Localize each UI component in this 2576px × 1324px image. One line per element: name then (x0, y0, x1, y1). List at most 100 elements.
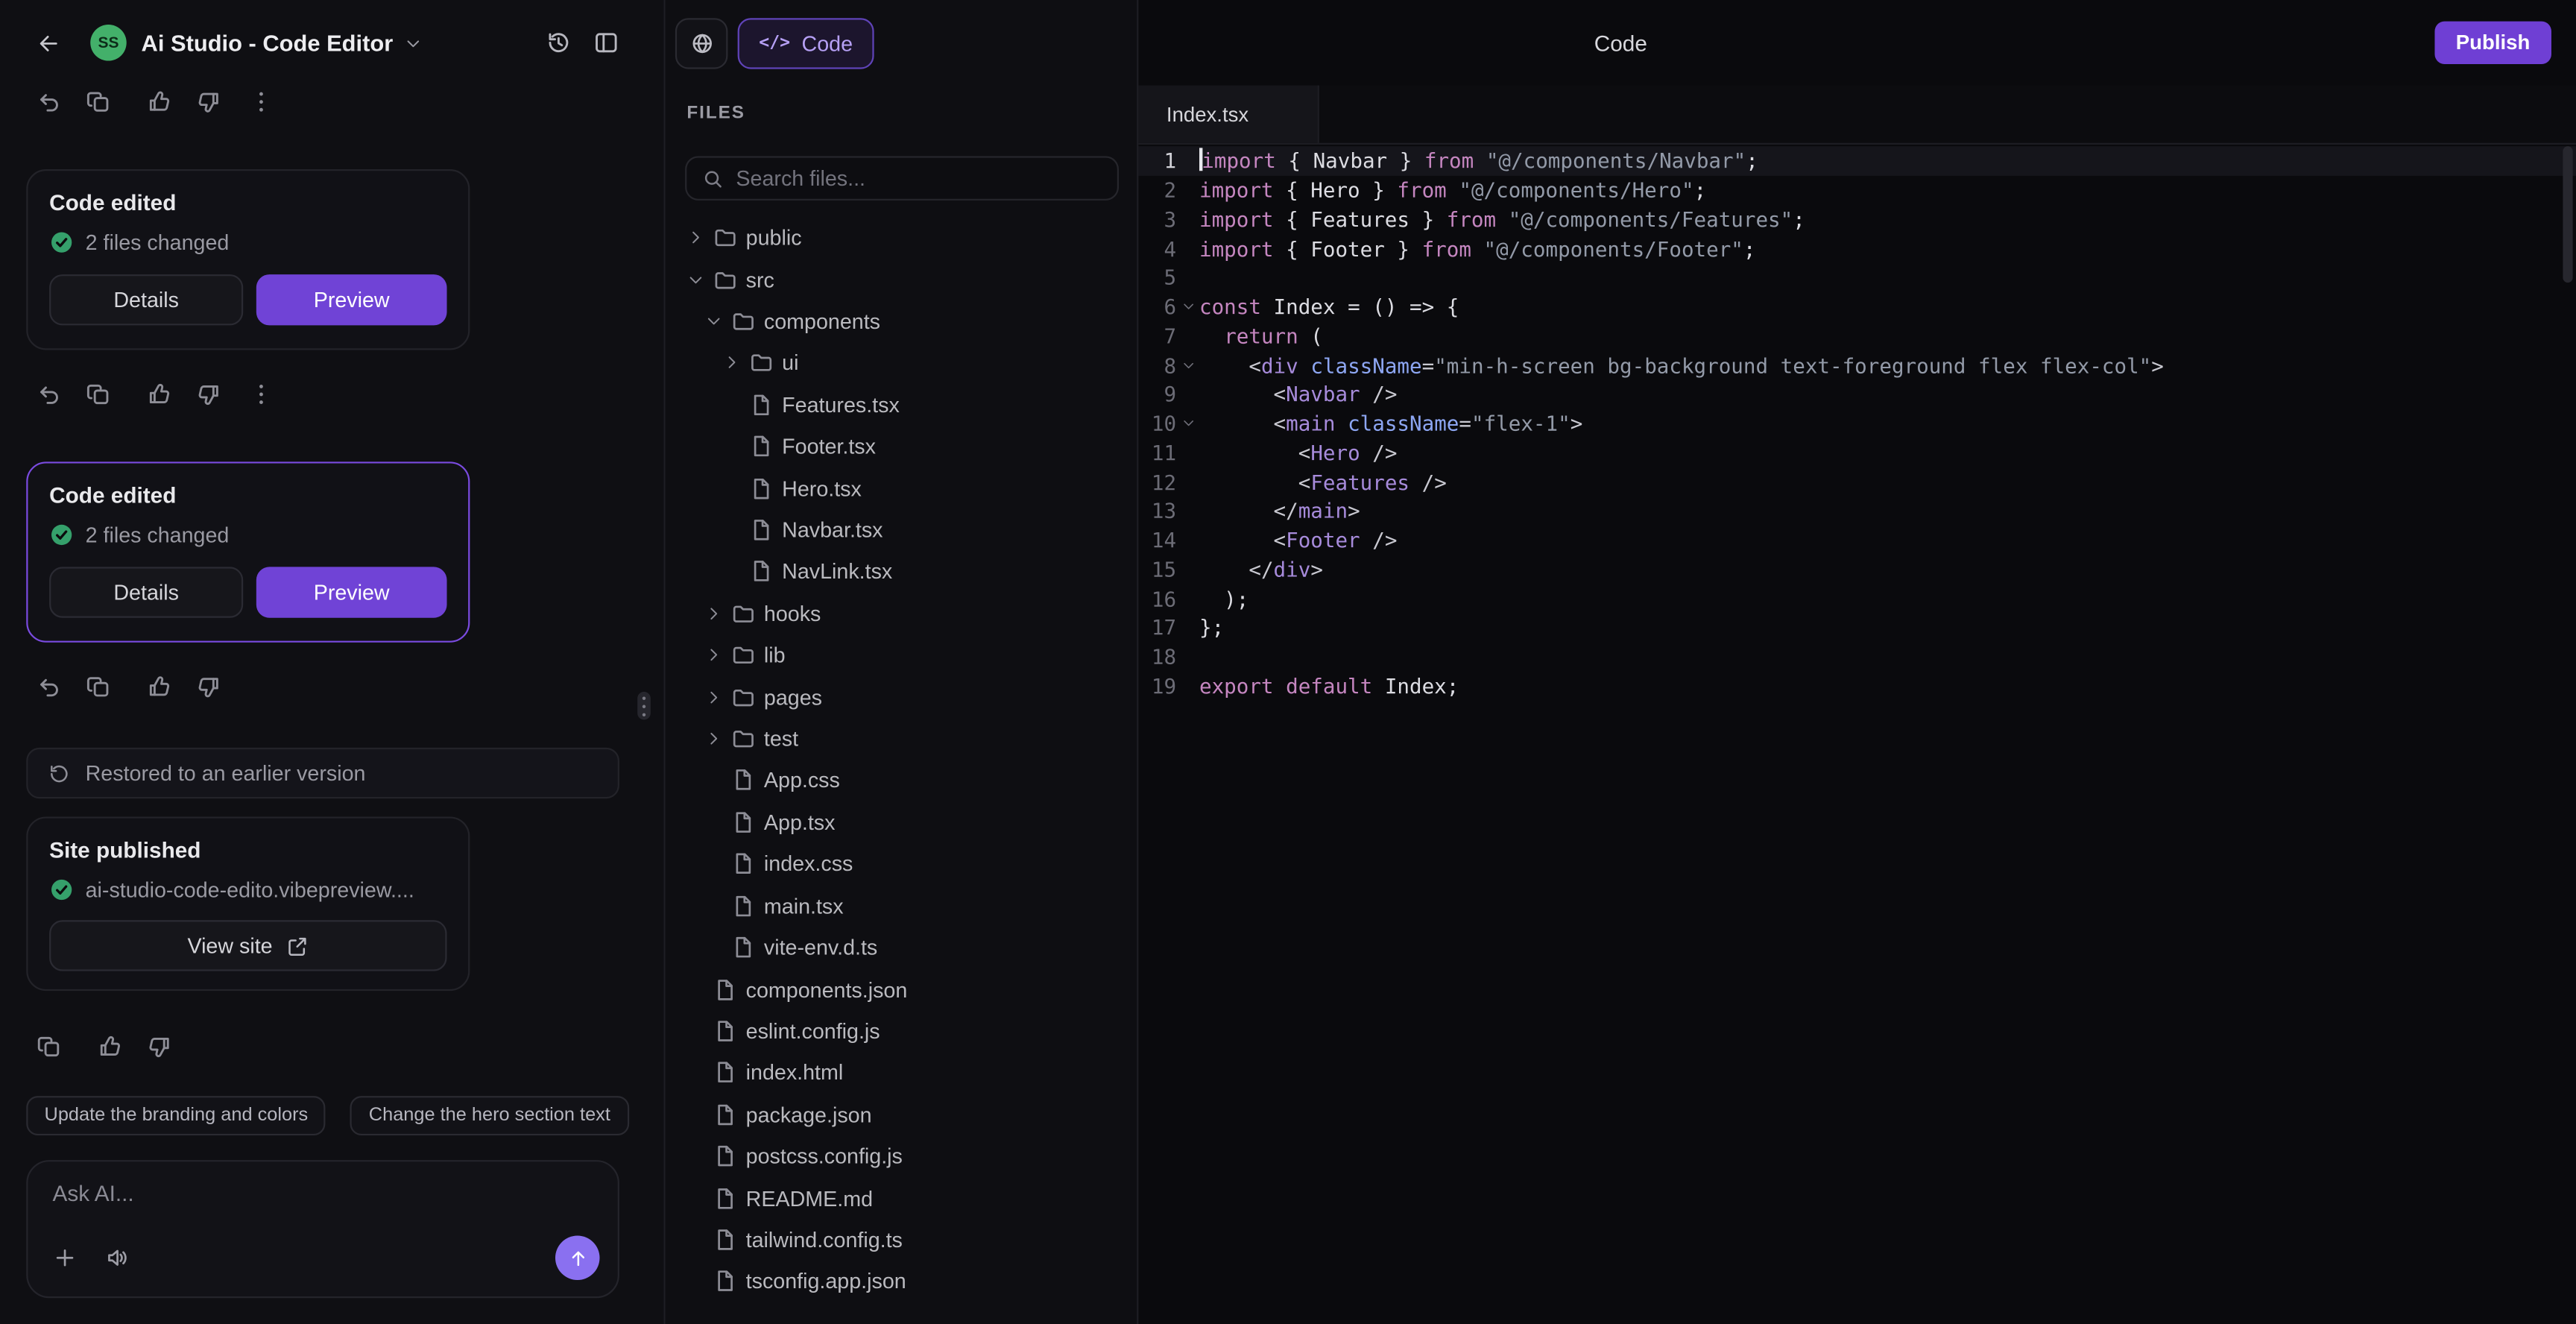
code-line-19[interactable]: 19export default Index; (1138, 671, 2576, 700)
code-view-button[interactable]: </> Code (738, 17, 874, 68)
file-search[interactable] (685, 156, 1119, 201)
attach-icon[interactable] (53, 1246, 78, 1270)
tree-file-index.html[interactable]: index.html (666, 1052, 1137, 1094)
tree-folder-src[interactable]: src (666, 259, 1137, 300)
chevron-right-icon[interactable] (705, 688, 731, 706)
tree-folder-test[interactable]: test (666, 718, 1137, 760)
send-button[interactable] (555, 1235, 600, 1280)
code-line-11[interactable]: 11 <Hero /> (1138, 438, 2576, 467)
details-button[interactable]: Details (49, 274, 243, 325)
tree-file-vite-env.d.ts[interactable]: vite-env.d.ts (666, 927, 1137, 968)
tree-file-NavLink.tsx[interactable]: NavLink.tsx (666, 551, 1137, 593)
tree-folder-public[interactable]: public (666, 217, 1137, 259)
tree-file-Footer.tsx[interactable]: Footer.tsx (666, 426, 1137, 467)
panel-resize-handle[interactable] (637, 692, 651, 719)
code-line-5[interactable]: 5 (1138, 263, 2576, 292)
tree-folder-ui[interactable]: ui (666, 342, 1137, 384)
tree-file-package.json[interactable]: package.json (666, 1094, 1137, 1135)
history-icon[interactable] (546, 30, 572, 56)
tree-file-Navbar.tsx[interactable]: Navbar.tsx (666, 509, 1137, 551)
thumbs-up-icon[interactable] (146, 381, 172, 407)
undo-icon[interactable] (36, 381, 62, 407)
copy-icon[interactable] (86, 381, 112, 407)
project-title[interactable]: Ai Studio - Code Editor (142, 30, 394, 56)
chevron-down-icon[interactable] (405, 34, 423, 51)
tree-file-App.tsx[interactable]: App.tsx (666, 801, 1137, 843)
code-editor[interactable]: 1import { Navbar } from "@/components/Na… (1138, 145, 2576, 1324)
tree-file-tailwind.config.ts[interactable]: tailwind.config.ts (666, 1219, 1137, 1261)
preview-button[interactable]: Preview (256, 274, 447, 325)
thumbs-down-icon[interactable] (195, 381, 221, 407)
tab-index-tsx[interactable]: Index.tsx (1138, 86, 1319, 143)
code-line-8[interactable]: 8 <div className="min-h-screen bg-backgr… (1138, 350, 2576, 379)
tree-file-index.css[interactable]: index.css (666, 843, 1137, 885)
code-line-16[interactable]: 16 ); (1138, 584, 2576, 613)
undo-icon[interactable] (36, 89, 62, 115)
kebab-icon[interactable] (248, 381, 274, 407)
tree-file-README.md[interactable]: README.md (666, 1177, 1137, 1219)
tree-folder-lib[interactable]: lib (666, 634, 1137, 676)
thumbs-up-icon[interactable] (97, 1033, 123, 1059)
thumbs-up-icon[interactable] (146, 89, 172, 115)
chevron-down-icon[interactable] (686, 271, 713, 289)
tree-folder-pages[interactable]: pages (666, 676, 1137, 718)
view-site-button[interactable]: View site (49, 920, 446, 971)
back-icon[interactable] (36, 31, 60, 55)
panel-toggle-icon[interactable] (593, 30, 619, 56)
copy-icon[interactable] (36, 1033, 62, 1059)
tree-file-Features.tsx[interactable]: Features.tsx (666, 384, 1137, 426)
undo-icon[interactable] (36, 674, 62, 700)
code-line-13[interactable]: 13 </main> (1138, 497, 2576, 526)
tree-folder-components[interactable]: components (666, 300, 1137, 342)
thumbs-up-icon[interactable] (146, 674, 172, 700)
chevron-right-icon[interactable] (705, 730, 731, 748)
tree-file-components.json[interactable]: components.json (666, 968, 1137, 1010)
chevron-right-icon[interactable] (705, 605, 731, 622)
code-line-3[interactable]: 3import { Features } from "@/components/… (1138, 204, 2576, 233)
tree-file-postcss.config.js[interactable]: postcss.config.js (666, 1135, 1137, 1177)
tree-file-App.css[interactable]: App.css (666, 760, 1137, 801)
chevron-right-icon[interactable] (723, 354, 749, 372)
chevron-right-icon[interactable] (686, 229, 713, 247)
code-line-4[interactable]: 4import { Footer } from "@/components/Fo… (1138, 234, 2576, 263)
editor-scrollbar[interactable] (2563, 146, 2572, 283)
code-line-2[interactable]: 2import { Hero } from "@/components/Hero… (1138, 175, 2576, 204)
code-line-6[interactable]: 6const Index = () => { (1138, 292, 2576, 321)
ask-ai-input[interactable] (53, 1182, 593, 1221)
tree-file-eslint.config.js[interactable]: eslint.config.js (666, 1010, 1137, 1052)
chevron-down-icon[interactable] (705, 312, 731, 330)
thumbs-down-icon[interactable] (146, 1033, 172, 1059)
ai-input-box[interactable] (26, 1160, 619, 1298)
copy-icon[interactable] (86, 89, 112, 115)
code-line-1[interactable]: 1import { Navbar } from "@/components/Na… (1138, 146, 2576, 175)
code-line-17[interactable]: 17}; (1138, 613, 2576, 642)
voice-icon[interactable] (105, 1246, 130, 1270)
copy-icon[interactable] (86, 674, 112, 700)
code-line-9[interactable]: 9 <Navbar /> (1138, 379, 2576, 409)
suggestion-chip-hero-text[interactable]: Change the hero section text (351, 1096, 629, 1135)
thumbs-down-icon[interactable] (195, 674, 221, 700)
suggestion-chip-branding[interactable]: Update the branding and colors (26, 1096, 326, 1135)
tree-file-tsconfig.app.json[interactable]: tsconfig.app.json (666, 1261, 1137, 1302)
published-url[interactable]: ai-studio-code-edito.vibepreview.... (86, 877, 414, 902)
code-line-12[interactable]: 12 <Features /> (1138, 467, 2576, 497)
code-line-10[interactable]: 10 <main className="flex-1"> (1138, 409, 2576, 438)
search-input[interactable] (736, 166, 1102, 191)
thumbs-down-icon[interactable] (195, 89, 221, 115)
publish-button[interactable]: Publish (2434, 22, 2551, 64)
fold-chevron-icon[interactable] (1176, 358, 1199, 373)
tree-folder-hooks[interactable]: hooks (666, 593, 1137, 634)
globe-button[interactable] (675, 17, 728, 68)
code-line-14[interactable]: 14 <Footer /> (1138, 526, 2576, 555)
code-line-7[interactable]: 7 return ( (1138, 321, 2576, 350)
code-line-18[interactable]: 18 (1138, 642, 2576, 671)
kebab-icon[interactable] (248, 89, 274, 115)
code-line-15[interactable]: 15 </div> (1138, 555, 2576, 584)
details-button[interactable]: Details (49, 567, 243, 617)
preview-button[interactable]: Preview (256, 567, 447, 617)
fold-chevron-icon[interactable] (1176, 299, 1199, 314)
chevron-right-icon[interactable] (705, 646, 731, 664)
tree-file-Hero.tsx[interactable]: Hero.tsx (666, 467, 1137, 509)
tree-file-main.tsx[interactable]: main.tsx (666, 885, 1137, 927)
fold-chevron-icon[interactable] (1176, 416, 1199, 431)
